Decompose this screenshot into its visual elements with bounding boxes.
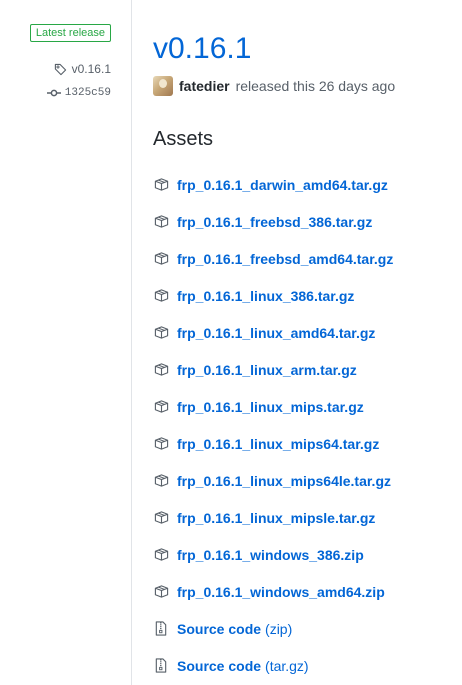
- package-icon: [153, 473, 169, 489]
- asset-item: frp_0.16.1_windows_amd64.zip: [153, 573, 393, 610]
- git-commit-icon: [46, 86, 61, 100]
- tag-label: v0.16.1: [71, 62, 111, 76]
- asset-item: frp_0.16.1_windows_386.zip: [153, 536, 393, 573]
- release-byline: fatedier released this 26 days ago: [153, 76, 395, 96]
- asset-download-link[interactable]: frp_0.16.1_linux_mips64.tar.gz: [177, 436, 379, 452]
- latest-release-badge: Latest release: [29, 24, 111, 42]
- asset-item: frp_0.16.1_linux_mips64.tar.gz: [153, 425, 393, 462]
- commit-sha: 1325c59: [64, 87, 111, 99]
- asset-item: frp_0.16.1_freebsd_386.tar.gz: [153, 203, 393, 240]
- asset-download-link[interactable]: frp_0.16.1_linux_amd64.tar.gz: [177, 325, 375, 341]
- package-icon: [153, 399, 169, 415]
- asset-download-link[interactable]: frp_0.16.1_linux_mips64le.tar.gz: [177, 473, 391, 489]
- asset-item: frp_0.16.1_freebsd_amd64.tar.gz: [153, 240, 393, 277]
- package-icon: [153, 362, 169, 378]
- source-code-link[interactable]: Source code (zip): [177, 621, 292, 637]
- source-code-label: Source code: [177, 620, 262, 637]
- asset-item: frp_0.16.1_linux_mips64le.tar.gz: [153, 462, 393, 499]
- package-icon: [153, 510, 169, 526]
- asset-download-link[interactable]: frp_0.16.1_windows_386.zip: [177, 547, 364, 563]
- commit-link[interactable]: 1325c59: [46, 86, 111, 100]
- byline-text: released this 26 days ago: [235, 78, 396, 94]
- source-code-label: Source code: [177, 657, 262, 674]
- package-icon: [153, 251, 169, 267]
- asset-download-link[interactable]: frp_0.16.1_linux_386.tar.gz: [177, 288, 354, 304]
- source-code-item: Source code (tar.gz): [153, 647, 393, 684]
- package-icon: [153, 584, 169, 600]
- asset-download-link[interactable]: frp_0.16.1_darwin_amd64.tar.gz: [177, 177, 388, 193]
- file-zip-icon: [153, 621, 169, 637]
- package-icon: [153, 214, 169, 230]
- asset-item: frp_0.16.1_linux_amd64.tar.gz: [153, 314, 393, 351]
- file-zip-icon: [153, 658, 169, 674]
- asset-item: frp_0.16.1_linux_arm.tar.gz: [153, 351, 393, 388]
- asset-item: frp_0.16.1_linux_mipsle.tar.gz: [153, 499, 393, 536]
- author-link[interactable]: fatedier: [179, 78, 230, 94]
- asset-item: frp_0.16.1_linux_386.tar.gz: [153, 277, 393, 314]
- avatar[interactable]: [153, 76, 173, 96]
- assets-heading: Assets: [153, 128, 214, 150]
- source-code-format: (tar.gz): [265, 657, 309, 674]
- tag-link[interactable]: v0.16.1: [54, 62, 111, 76]
- column-divider: [131, 0, 132, 685]
- source-code-item: Source code (zip): [153, 610, 393, 647]
- asset-download-link[interactable]: frp_0.16.1_linux_arm.tar.gz: [177, 362, 357, 378]
- release-sidebar: Latest release v0.16.1 1325c59: [0, 0, 132, 685]
- tag-icon: [54, 62, 68, 76]
- asset-download-link[interactable]: frp_0.16.1_freebsd_386.tar.gz: [177, 214, 372, 230]
- asset-download-link[interactable]: frp_0.16.1_linux_mipsle.tar.gz: [177, 510, 375, 526]
- package-icon: [153, 436, 169, 452]
- asset-download-link[interactable]: frp_0.16.1_freebsd_amd64.tar.gz: [177, 251, 393, 267]
- asset-item: frp_0.16.1_linux_mips.tar.gz: [153, 388, 393, 425]
- asset-item: frp_0.16.1_darwin_amd64.tar.gz: [153, 166, 393, 203]
- package-icon: [153, 325, 169, 341]
- source-code-format: (zip): [265, 620, 293, 637]
- asset-download-link[interactable]: frp_0.16.1_windows_amd64.zip: [177, 584, 385, 600]
- release-title[interactable]: v0.16.1: [153, 31, 251, 67]
- asset-list: frp_0.16.1_darwin_amd64.tar.gz frp_0.16.1…: [153, 166, 393, 684]
- package-icon: [153, 288, 169, 304]
- package-icon: [153, 547, 169, 563]
- source-code-link[interactable]: Source code (tar.gz): [177, 658, 309, 674]
- asset-download-link[interactable]: frp_0.16.1_linux_mips.tar.gz: [177, 399, 364, 415]
- package-icon: [153, 177, 169, 193]
